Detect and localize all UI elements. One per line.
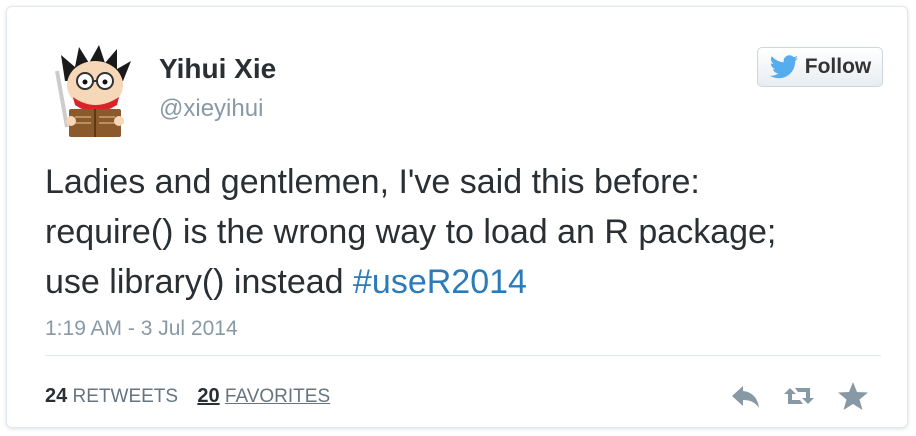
favorites-label: FAVORITES (224, 386, 331, 407)
tweet-text-line: Ladies and gentlemen, I've said this bef… (45, 163, 700, 201)
favorite-icon[interactable] (837, 380, 869, 412)
divider (45, 355, 881, 356)
retweets-stat[interactable]: 24 RETWEETS (45, 385, 178, 408)
hashtag-link[interactable]: #useR2014 (353, 263, 527, 301)
tweet-text-line: require() is the wrong way to load an R … (45, 213, 777, 251)
avatar-cartoon-icon (55, 45, 131, 137)
retweet-icon[interactable] (783, 380, 815, 412)
author-avatar[interactable] (43, 41, 143, 141)
favorites-count: 20 (197, 385, 220, 407)
tweet-timestamp[interactable]: 1:19 AM - 3 Jul 2014 (45, 317, 238, 341)
twitter-bird-icon (769, 55, 798, 79)
tweet-card: Yihui Xie @xieyihui Follow Ladies and ge… (6, 6, 908, 428)
tweet-text-segment: use library() instead (45, 263, 354, 301)
favorites-stat[interactable]: 20 FAVORITES (197, 385, 330, 408)
author-handle[interactable]: @xieyihui (159, 95, 263, 123)
retweets-count: 24 (45, 385, 68, 407)
tweet-actions (707, 380, 869, 412)
author-name[interactable]: Yihui Xie (159, 53, 276, 85)
follow-button[interactable]: Follow (757, 47, 883, 87)
reply-icon[interactable] (729, 380, 761, 412)
retweets-label: RETWEETS (72, 386, 179, 407)
tweet-text: Ladies and gentlemen, I've said this bef… (45, 157, 885, 307)
tweet-stats: 24 RETWEETS 20 FAVORITES (45, 385, 344, 408)
tweet-text-line: use library() instead #useR2014 (45, 257, 885, 307)
follow-button-label: Follow (804, 55, 872, 78)
